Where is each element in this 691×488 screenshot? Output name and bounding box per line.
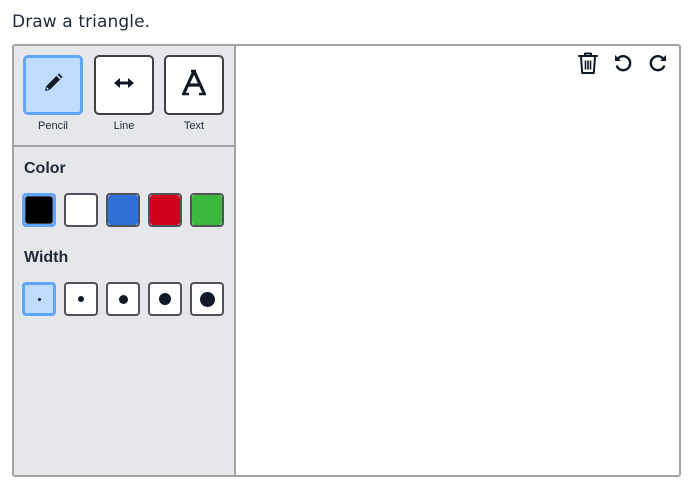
- width-dot: [199, 291, 215, 307]
- width-dot: [159, 293, 171, 305]
- drawing-canvas[interactable]: [236, 46, 679, 475]
- color-swatch-red[interactable]: [148, 193, 182, 227]
- pencil-icon: [41, 71, 65, 100]
- instruction-text: Draw a triangle.: [12, 12, 151, 32]
- line-tool[interactable]: Line: [94, 55, 154, 135]
- color-swatch-black[interactable]: [22, 193, 56, 227]
- redo-button[interactable]: [645, 52, 671, 78]
- color-swatch-green[interactable]: [190, 193, 224, 227]
- canvas-toolbar: [566, 52, 671, 78]
- width-option-1[interactable]: [22, 282, 56, 316]
- width-dot: [118, 294, 128, 304]
- trash-icon: [577, 51, 599, 80]
- width-section-title: Width: [24, 249, 69, 266]
- pencil-tool-label: Pencil: [38, 120, 68, 132]
- color-fill: [150, 195, 180, 225]
- width-option-3[interactable]: [106, 282, 140, 316]
- color-section-title: Color: [24, 160, 66, 177]
- pencil-tool[interactable]: Pencil: [23, 55, 83, 135]
- double-arrow-icon: [112, 71, 136, 100]
- color-fill: [25, 196, 53, 224]
- redo-icon: [647, 52, 669, 79]
- width-swatch-row: [22, 282, 232, 316]
- color-swatch-white[interactable]: [64, 193, 98, 227]
- color-swatch-row: [22, 193, 232, 227]
- tool-sidebar: Pencil Line Text Color Width: [14, 46, 236, 475]
- pencil-tool-button[interactable]: [23, 55, 83, 115]
- width-dot: [78, 296, 84, 302]
- text-tool[interactable]: Text: [164, 55, 224, 135]
- color-fill: [192, 195, 222, 225]
- clear-button[interactable]: [575, 52, 601, 78]
- text-tool-button[interactable]: [164, 55, 224, 115]
- undo-button[interactable]: [610, 52, 636, 78]
- tool-picker: Pencil Line Text: [14, 46, 234, 147]
- color-fill: [66, 195, 96, 225]
- drawing-app: Pencil Line Text Color Width: [12, 44, 681, 477]
- color-swatch-blue[interactable]: [106, 193, 140, 227]
- color-fill: [108, 195, 138, 225]
- width-option-5[interactable]: [190, 282, 224, 316]
- line-tool-button[interactable]: [94, 55, 154, 115]
- line-tool-label: Line: [113, 120, 135, 132]
- undo-icon: [612, 52, 634, 79]
- width-option-4[interactable]: [148, 282, 182, 316]
- width-option-2[interactable]: [64, 282, 98, 316]
- letter-a-icon: [181, 69, 207, 102]
- text-tool-label: Text: [183, 120, 205, 132]
- width-dot: [37, 297, 41, 301]
